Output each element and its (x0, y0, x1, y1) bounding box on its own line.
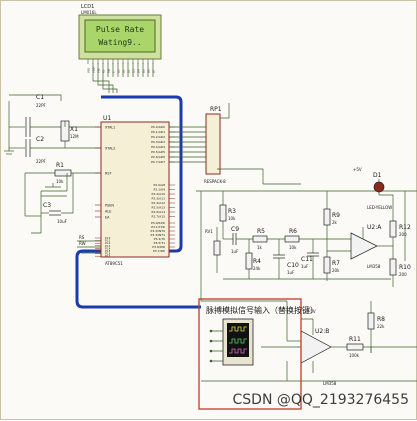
mcu-pin-label: ALE (105, 209, 111, 213)
signal-generator (209, 318, 254, 366)
mcu-model: AT89C51 (105, 261, 123, 266)
rp1-respack: RP1 RESPACK-8 (204, 103, 230, 184)
mcu-at89c51: U1 AT89C51 XTAL1XTAL2RSTPSENALEEAP1.0P1.… (95, 115, 175, 266)
crystal-circuit (4, 101, 101, 157)
rp1-model: RESPACK-8 (204, 179, 226, 184)
mcu-pin-label: XTAL2 (105, 146, 115, 150)
r12-ref: R12 (399, 224, 411, 231)
lcd-line-2: Wating9.. (98, 38, 141, 47)
d1-model: LED-YELLOW (367, 205, 392, 210)
u2b-model: LM358 (323, 381, 337, 386)
rp1-body (205, 113, 221, 175)
mcu-pin-label: RST (105, 171, 113, 175)
c2-value: 22PF (36, 159, 47, 164)
r6-value: 10k (289, 245, 297, 250)
r10-value: 200 (399, 272, 407, 277)
u2b-ref: U2:B (315, 328, 329, 335)
r6-ref: R6 (289, 228, 297, 235)
r5-ref: R5 (257, 228, 265, 235)
r4-value: 24k (253, 266, 261, 271)
mcu-pin-label: P0.5/AD5 (151, 150, 165, 154)
lcd-pin-row: VSS VDD VEE RS RW E D0 D1 D2 D3 D4 D5 D6 D7 (86, 59, 155, 73)
mcu-pin-label: P2.1/A9 (153, 188, 165, 192)
p1-net-label: RS (79, 235, 85, 240)
r9-value: 2k (332, 220, 338, 225)
r5-value: 1k (257, 245, 263, 250)
csdn-watermark: CSDN @QQ_2193276455 (233, 392, 409, 408)
lcd-pin-label: VSS (86, 68, 90, 73)
c1-ref: C1 (36, 94, 44, 101)
r11-value: 100k (349, 353, 360, 358)
mcu-pin-label: P2.0/A8 (153, 183, 165, 187)
lcd-module: LCD1 LM016L Pulse Rate Wating9.. VSS VDD V… (78, 4, 162, 73)
mcu-pin-label: P2.3/A11 (152, 197, 166, 201)
rv1-ref: RV1 (205, 229, 213, 234)
mcu-pin-label: P0.1/AD1 (151, 130, 165, 134)
mcu-pin-label: P2.5/A13 (152, 206, 166, 210)
r8-ref: R8 (377, 316, 385, 323)
r7-value: 20k (332, 268, 340, 273)
mcu-pin-label: P0.6/AD6 (151, 155, 165, 159)
c11-value: 1uF (301, 264, 309, 269)
mcu-pin-label: P3.7/RD (153, 249, 166, 253)
p0-wires (169, 126, 206, 163)
mcu-pin-label: P0.0/AD0 (151, 125, 165, 129)
c10-ref: C10 (287, 262, 299, 269)
vcc-label: +5V (353, 167, 362, 172)
u2a-model: LM358 (367, 264, 381, 269)
p1-net-label-2: RW (79, 241, 86, 246)
mcu-pin-label: P2.2/A10 (152, 192, 166, 196)
mcu-pin-label: PSEN (105, 203, 114, 207)
mcu-pin-label: P0.4/AD4 (151, 145, 165, 149)
r4-ref: R4 (253, 258, 261, 265)
lcd-wires (9, 63, 154, 101)
r10-ref: R10 (399, 264, 411, 271)
r11-ref: R11 (349, 336, 361, 343)
signal-input-label: 脉搏模拟信号输入（替换按键） (206, 305, 318, 315)
mcu-ref: U1 (103, 115, 111, 122)
mcu-right-pins: P0.0/AD0P0.1/AD1P0.2/AD2P0.3/AD3P0.4/AD4… (151, 125, 175, 253)
c3-value: 10uF (57, 219, 68, 224)
mcu-pin-label: P1.7 (105, 255, 111, 258)
mcu-pin-label: P0.3/AD3 (151, 140, 165, 144)
r3-ref: R3 (228, 208, 236, 215)
d1-ref: D1 (373, 172, 382, 179)
c2-ref: C2 (36, 136, 44, 143)
schematic-canvas: LCD1 LM016L Pulse Rate Wating9.. VSS VDD V… (4, 4, 417, 410)
lcd-model: LM016L (81, 10, 97, 15)
r8-value: 22k (377, 324, 385, 329)
mcu-pin-label: P2.6/A14 (152, 210, 166, 214)
lcd-line-1: Pulse Rate (96, 25, 144, 34)
r7-ref: R7 (332, 260, 340, 267)
c9-value: 1uF (231, 249, 239, 254)
c10-value: 1uF (287, 270, 295, 275)
mcu-pin-label: P2.4/A12 (152, 201, 166, 205)
mcu-pin-label: P2.7/A15 (152, 215, 166, 219)
r3-value: 10k (228, 216, 236, 221)
c1-value: 22PF (36, 103, 47, 108)
mcu-pin-label: P0.7/AD7 (151, 160, 165, 164)
c9-ref: C9 (231, 226, 239, 233)
schematic-sheet: LCD1 LM016L Pulse Rate Wating9.. VSS VDD V… (0, 0, 417, 420)
mcu-pin-label: P0.2/AD2 (151, 135, 165, 139)
mcu-pin-label: XTAL1 (105, 125, 115, 129)
c3-ref: C3 (43, 202, 51, 209)
mcu-pin-label: EA (105, 215, 110, 219)
x1-value: 12M (70, 134, 79, 139)
r1-ref: R1 (56, 162, 64, 169)
x1-ref: X1 (70, 126, 78, 133)
r9-ref: R9 (332, 212, 340, 219)
r1-value: 10k (56, 179, 64, 184)
u2a-ref: U2:A (367, 224, 382, 231)
c11-ref: C11 (301, 256, 313, 263)
r12-value: 200 (399, 232, 407, 237)
rp1-ref: RP1 (210, 106, 222, 113)
